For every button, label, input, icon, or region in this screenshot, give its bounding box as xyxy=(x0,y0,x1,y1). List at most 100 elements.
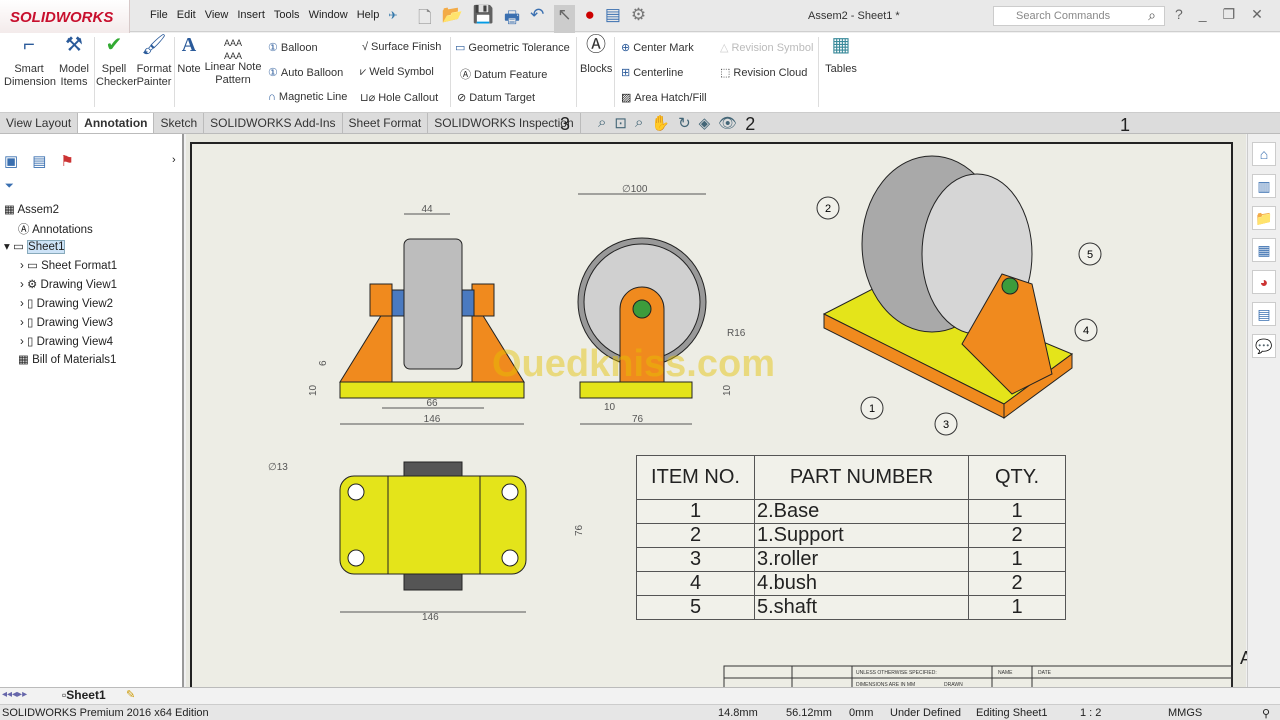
tab-sheet-format[interactable]: Sheet Format xyxy=(343,113,429,133)
design-library-icon[interactable]: ▥ xyxy=(1252,174,1276,198)
blocks-button[interactable]: Ⓐ Blocks xyxy=(580,34,612,76)
datum-feature-button[interactable]: Ⓐ Datum Feature xyxy=(460,66,547,82)
undo-icon[interactable]: ↶ xyxy=(530,5,544,34)
menu-tools[interactable]: Tools xyxy=(274,9,300,22)
window-controls: ? _ ❐ ✕ xyxy=(1175,6,1263,23)
pan-icon[interactable]: ✋ xyxy=(651,114,670,135)
custom-properties-icon[interactable]: ▤ xyxy=(1252,302,1276,326)
property-manager-tab-icon[interactable]: ▤ xyxy=(32,152,46,170)
tree-item-drawing-view3[interactable]: › ▯ Drawing View3 xyxy=(20,315,113,329)
linear-note-pattern-button[interactable]: AAA AAA Linear Note Pattern xyxy=(204,37,262,87)
revision-cloud-button[interactable]: ⬚ Revision Cloud xyxy=(720,66,807,79)
select-icon[interactable]: ↖ xyxy=(554,5,575,34)
auto-balloon-button[interactable]: ① Auto Balloon xyxy=(268,66,343,79)
table-row[interactable]: 5 5.shaft 1 xyxy=(636,595,1066,620)
sheet-tab-sheet1[interactable]: ▫Sheet1 xyxy=(62,688,106,702)
tab-view-layout[interactable]: View Layout xyxy=(0,113,79,133)
print-icon[interactable]: 🖶 xyxy=(504,5,520,34)
column-header-qty: QTY. xyxy=(968,455,1066,500)
file-explorer-icon[interactable]: 📁 xyxy=(1252,206,1276,230)
table-row[interactable]: 4 4.bush 2 xyxy=(636,571,1066,596)
table-row[interactable]: 3 3.roller 1 xyxy=(636,547,1066,572)
tree-item-annotations[interactable]: Ⓐ Annotations xyxy=(18,221,93,237)
surface-finish-button[interactable]: √ Surface Finish xyxy=(362,41,441,53)
add-sheet-icon[interactable]: ✎ xyxy=(126,688,135,701)
forum-icon[interactable]: 💬 xyxy=(1252,334,1276,358)
display-style-icon[interactable]: ◈ xyxy=(699,114,711,135)
bill-of-materials-table[interactable]: ITEM NO. PART NUMBER QTY. 1 2.Base 1 2 1.Su… xyxy=(636,455,1066,620)
blocks-icon: Ⓐ xyxy=(586,34,606,56)
home-icon[interactable]: ⌂ xyxy=(1252,142,1276,166)
spell-checker-button[interactable]: ✔ Spell Checker xyxy=(96,35,137,89)
model-items-button[interactable]: ⚒ Model Items xyxy=(58,35,90,89)
tree-item-sheet1[interactable]: ▾ ▭ Sheet1 xyxy=(4,239,66,254)
rebuild-icon[interactable]: ● xyxy=(585,5,595,34)
tab-solidworks-add-ins[interactable]: SOLIDWORKS Add-Ins xyxy=(204,113,343,133)
open-icon[interactable]: 📂 xyxy=(442,5,463,34)
tree-item-drawing-view4[interactable]: › ▯ Drawing View4 xyxy=(20,334,113,348)
save-icon[interactable]: 💾 xyxy=(473,5,494,34)
filter-icon[interactable]: ⏷ xyxy=(5,180,14,193)
tables-button[interactable]: ▦ Tables xyxy=(824,35,858,76)
menu-insert[interactable]: Insert xyxy=(237,9,265,22)
view-palette-icon[interactable]: ▦ xyxy=(1252,238,1276,262)
solidworks-logo[interactable]: SOLIDWORKS xyxy=(0,0,130,34)
table-row[interactable]: 1 2.Base 1 xyxy=(636,499,1066,524)
note-button[interactable]: A Note xyxy=(176,35,202,76)
zoom-to-fit-icon[interactable]: ⌕ xyxy=(598,114,606,135)
menu-window[interactable]: Window xyxy=(309,9,348,22)
table-row[interactable]: 2 1.Support 2 xyxy=(636,523,1066,548)
minimize-button[interactable]: _ xyxy=(1199,6,1207,23)
area-hatch-button[interactable]: ▨ Area Hatch/Fill xyxy=(621,91,707,104)
hole-callout-button[interactable]: ⊔⌀ Hole Callout xyxy=(360,91,438,104)
menu-file[interactable]: File xyxy=(150,9,168,22)
new-icon[interactable]: 🗋 xyxy=(418,5,432,34)
geometric-tolerance-button[interactable]: ▭ Geometric Tolerance xyxy=(455,41,570,54)
zoom-to-area-icon[interactable]: ⊡ xyxy=(614,114,627,135)
datum-target-button[interactable]: ⊘ Datum Target xyxy=(457,91,535,104)
help-icon[interactable]: ? xyxy=(1175,6,1183,23)
weld-symbol-button[interactable]: ⩗ Weld Symbol xyxy=(360,66,434,79)
revision-symbol-button[interactable]: △ Revision Symbol xyxy=(720,41,813,54)
drawing-canvas[interactable]: 44 6 10 66 146 ∅100 R16 10 76 10 2 5 4 1… xyxy=(186,134,1252,689)
sheet-scale[interactable]: 1 : 2 xyxy=(1080,707,1101,719)
tab-annotation[interactable]: Annotation xyxy=(78,113,155,133)
sheet-nav-arrows[interactable]: ◂◂◂▸▸ xyxy=(2,689,27,700)
tree-item-bill-of-materials1[interactable]: ▦ Bill of Materials1 xyxy=(18,352,116,366)
configuration-manager-tab-icon[interactable]: ⚑ xyxy=(60,152,73,170)
center-mark-button[interactable]: ⊕ Center Mark xyxy=(621,41,694,54)
rotate-icon[interactable]: ↻ xyxy=(678,114,691,135)
appearances-icon[interactable]: ◕ xyxy=(1252,270,1276,294)
close-button[interactable]: ✕ xyxy=(1251,6,1263,23)
tab-solidworks-inspection[interactable]: SOLIDWORKS Inspection xyxy=(428,113,581,133)
smart-dimension-button[interactable]: ⌐ Smart Dimension xyxy=(4,35,56,89)
options-gear-icon[interactable]: ⚙ xyxy=(631,5,646,34)
tree-item-drawing-view2[interactable]: › ▯ Drawing View2 xyxy=(20,296,113,310)
centerline-button[interactable]: ⊞ Centerline xyxy=(621,66,683,79)
tree-item-assem2[interactable]: ▦ Assem2 xyxy=(4,202,59,216)
expand-panel-icon[interactable]: › xyxy=(172,154,176,166)
search-commands-input[interactable]: Search Commands ⌕ xyxy=(993,6,1165,26)
tree-item-sheet-format1[interactable]: › ▭ Sheet Format1 xyxy=(20,258,117,272)
menu-view[interactable]: View xyxy=(205,9,229,22)
feature-manager-tab-icon[interactable]: ▣ xyxy=(4,152,18,170)
tab-sketch[interactable]: Sketch xyxy=(154,113,205,133)
hide-show-icon[interactable]: 👁 xyxy=(718,114,737,135)
search-icon[interactable]: ⌕ xyxy=(1148,7,1156,24)
pin-icon[interactable]: ✈ xyxy=(388,9,397,22)
notification-icon[interactable]: ⚲ xyxy=(1262,707,1270,720)
menu-edit[interactable]: Edit xyxy=(177,9,196,22)
file-properties-icon[interactable]: ▤ xyxy=(605,5,621,34)
menu-help[interactable]: Help xyxy=(357,9,380,22)
balloon-button[interactable]: ① Balloon xyxy=(268,41,318,54)
item-no-cell: 1 xyxy=(636,499,755,524)
format-painter-button[interactable]: 🖌 Format Painter xyxy=(136,35,172,89)
zoom-in-out-icon[interactable]: ⌕ xyxy=(635,114,643,135)
divider xyxy=(818,37,819,107)
part-number-cell: 5.shaft xyxy=(754,595,969,620)
tree-item-drawing-view1[interactable]: › ⚙ Drawing View1 xyxy=(20,277,117,291)
magnetic-line-button[interactable]: ∩ Magnetic Line xyxy=(268,91,347,103)
unit-system[interactable]: MMGS xyxy=(1168,707,1202,719)
drawing-sheet[interactable]: 44 6 10 66 146 ∅100 R16 10 76 10 2 5 4 1… xyxy=(190,142,1233,689)
restore-button[interactable]: ❐ xyxy=(1223,6,1236,23)
